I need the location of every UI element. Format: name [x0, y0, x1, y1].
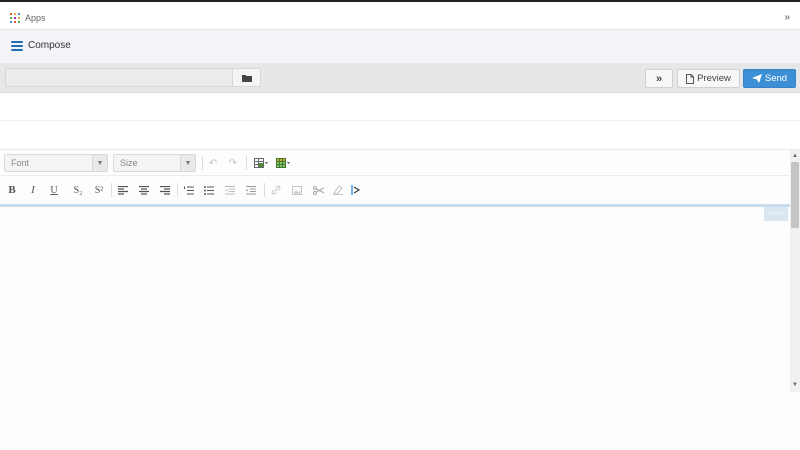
align-center-icon: [139, 185, 149, 195]
subscript-button[interactable]: S₂: [70, 183, 86, 197]
align-right-icon: [160, 185, 170, 195]
bold-button[interactable]: B: [5, 183, 19, 197]
editor-scrollbar[interactable]: ▲ ▼: [790, 150, 800, 392]
source-cursor-icon: [351, 185, 361, 195]
apps-grid-dot: [10, 17, 12, 19]
size-select[interactable]: Size ▼: [113, 154, 196, 172]
eraser-icon: [333, 185, 343, 195]
toolbar-divider: [264, 183, 265, 197]
send-label: Send: [764, 73, 788, 84]
apps-grid-dot: [18, 13, 20, 15]
toolbar-divider: [202, 156, 203, 170]
preview-button[interactable]: Preview: [677, 69, 740, 88]
apps-grid-dot: [14, 17, 16, 19]
superscript-button[interactable]: S²: [91, 183, 107, 197]
hamburger-icon[interactable]: [11, 41, 23, 51]
toolbar-divider: [246, 156, 247, 170]
apps-label: Apps: [25, 13, 46, 23]
editor-content-border: [0, 204, 790, 207]
cut-button[interactable]: [311, 183, 325, 197]
page-title: Compose: [28, 40, 71, 51]
toolbar-divider: [177, 183, 178, 197]
apps-grid-dot: [10, 13, 12, 15]
table-properties-button[interactable]: [253, 156, 269, 170]
double-chevron-right-icon: »: [655, 72, 663, 85]
font-select[interactable]: Font ▼: [4, 154, 108, 172]
insert-image-button[interactable]: [290, 183, 304, 197]
font-select-label: Font: [11, 158, 30, 168]
apps-grid-icon: [10, 13, 20, 23]
apps-grid-dot: [14, 21, 16, 23]
table-grid-icon: [275, 158, 290, 168]
apps-grid-dot: [18, 21, 20, 23]
editor-toolbar-format: B I U S₂ S²: [0, 177, 790, 203]
image-icon: [292, 185, 302, 195]
attach-folder-button[interactable]: [232, 68, 261, 87]
cc-row[interactable]: [0, 122, 800, 150]
outdent-icon: [225, 185, 235, 195]
underline-button[interactable]: U: [47, 183, 61, 197]
italic-button[interactable]: I: [26, 183, 40, 197]
apps-grid-dot: [14, 13, 16, 15]
source-button[interactable]: [349, 183, 363, 197]
insert-link-button[interactable]: [269, 183, 283, 197]
scroll-up-icon[interactable]: ▲: [790, 152, 800, 160]
compose-header: Compose: [0, 30, 800, 63]
indent-icon: [246, 185, 256, 195]
recipient-row[interactable]: [0, 94, 800, 121]
table-edit-icon: [253, 158, 268, 168]
top-bar: Apps »: [0, 0, 800, 30]
expand-button[interactable]: »: [645, 69, 673, 88]
apps-menu[interactable]: Apps: [10, 13, 46, 23]
send-button[interactable]: Send: [743, 69, 796, 88]
chevron-down-icon: ▼: [92, 155, 107, 171]
editor-toolbar-top: Font ▼ Size ▼ ↶ ↷: [0, 150, 790, 176]
size-select-label: Size: [120, 158, 138, 168]
link-icon: [271, 185, 281, 195]
subject-input[interactable]: [5, 68, 233, 87]
document-icon: [686, 73, 695, 84]
insert-table-button[interactable]: [275, 156, 291, 170]
scroll-down-icon[interactable]: ▼: [790, 381, 800, 389]
numbered-list-icon: [184, 185, 194, 195]
numbered-list-button[interactable]: [182, 183, 196, 197]
scissors-icon: [312, 185, 324, 195]
align-center-button[interactable]: [137, 183, 151, 197]
paper-plane-icon: [751, 74, 762, 83]
rich-text-editor: Font ▼ Size ▼ ↶ ↷ B I U S₂ S²: [0, 150, 800, 450]
apps-grid-dot: [18, 17, 20, 19]
outdent-button[interactable]: [223, 183, 237, 197]
preview-label: Preview: [697, 73, 731, 84]
chevron-down-icon: ▼: [180, 155, 195, 171]
apps-grid-dot: [10, 21, 12, 23]
remove-format-button[interactable]: [331, 183, 345, 197]
undo-icon[interactable]: ↶: [206, 156, 220, 170]
toolbar-divider: [111, 183, 112, 197]
action-bar: » Preview Send: [0, 63, 800, 93]
align-left-icon: [118, 185, 128, 195]
indent-button[interactable]: [244, 183, 258, 197]
folder-icon: [241, 74, 252, 82]
scroll-thumb[interactable]: [791, 162, 799, 228]
redo-icon[interactable]: ↷: [226, 156, 240, 170]
collapse-icon[interactable]: »: [784, 12, 790, 23]
header-tag: header: [764, 207, 788, 221]
bulleted-list-button[interactable]: [202, 183, 216, 197]
align-right-button[interactable]: [158, 183, 172, 197]
bulleted-list-icon: [204, 185, 214, 195]
align-left-button[interactable]: [116, 183, 130, 197]
